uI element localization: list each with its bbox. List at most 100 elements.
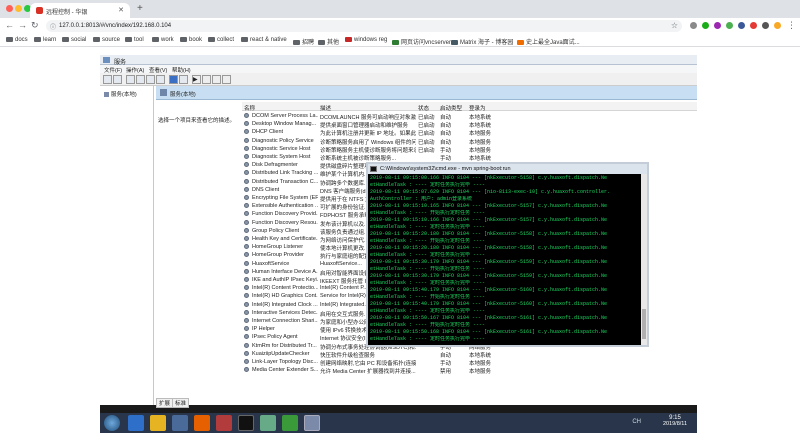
table-row[interactable]: Diagnostic System Host 诊断系统主机被诊断策略服务... 手动…: [242, 153, 697, 162]
service-gear-icon: [244, 129, 249, 135]
bookmark-other[interactable]: 其他: [318, 37, 339, 46]
console-tree-icon[interactable]: [126, 75, 135, 84]
table-row[interactable]: Diagnostic Policy Service 诊断策略服务启用了 Windo…: [242, 137, 697, 146]
cmd-scrollbar[interactable]: [641, 174, 647, 345]
tab-standard[interactable]: 标准: [172, 398, 190, 408]
table-row[interactable]: Link-Layer Topology Disc... 创建网络映射,它由 PC …: [242, 358, 697, 367]
extension-wechat-icon[interactable]: [702, 22, 709, 29]
play-icon[interactable]: ▶: [192, 75, 201, 84]
terminal-taskbar-icon[interactable]: [172, 415, 188, 431]
scrollbar-thumb[interactable]: [642, 309, 646, 339]
bookmark-matrix-blog[interactable]: Matrix 海子 - 博客园: [451, 37, 513, 46]
extension-translate-icon[interactable]: [690, 22, 697, 29]
table-row[interactable]: Diagnostic Service Host 诊断策略服务主机使诊断服务将问题来…: [242, 145, 697, 154]
table-row[interactable]: DCOM Server Process La... DCOMLAUNCH 服务可启…: [242, 112, 697, 121]
bookmark-learn[interactable]: learn: [34, 37, 56, 43]
column-header-name[interactable]: 名称: [244, 104, 255, 112]
remote-desktop-canvas[interactable]: 服务 文件(F) 操作(A) 查看(V) 帮助(H) ▶ 服务(本地) 服务(本…: [100, 55, 697, 433]
profile-avatar-icon[interactable]: [774, 22, 781, 29]
taskbar-clock[interactable]: 9:15 2019/8/11: [663, 415, 687, 427]
cmd-line: 2019-08-11 09:15:40.179 INFO 8104 --- [n…: [370, 301, 608, 307]
table-row[interactable]: Media Center Extender S... 允许 Media Cente…: [242, 366, 697, 376]
table-cell: Health Key and Certificate...: [252, 236, 318, 242]
services-taskbar-icon[interactable]: [304, 415, 320, 431]
bookmark-windows-reg[interactable]: windows reg: [345, 37, 387, 43]
firefox-taskbar-icon[interactable]: [194, 415, 210, 431]
site-info-icon[interactable]: ⓘ: [50, 22, 56, 31]
language-indicator[interactable]: CH: [632, 419, 641, 425]
restart-icon[interactable]: [222, 75, 231, 84]
extension-red-icon[interactable]: [750, 22, 757, 29]
bookmark-star-icon[interactable]: ☆: [671, 21, 678, 30]
back-arrow-icon[interactable]: [103, 75, 112, 84]
table-cell: KtmRm for Distributed Tr...: [252, 342, 317, 349]
explorer-taskbar-icon[interactable]: [150, 415, 166, 431]
service-gear-icon: [244, 113, 249, 118]
service-gear-icon: [244, 293, 249, 299]
bookmark-tool[interactable]: tool: [125, 37, 144, 43]
browser-tab[interactable]: 远程控制 - 华银 ✕: [30, 3, 130, 18]
forward-arrow-icon[interactable]: [113, 75, 122, 84]
properties-sheet-icon[interactable]: [179, 75, 188, 84]
table-cell: DCOM Server Process La...: [252, 113, 318, 119]
bookmark-collect[interactable]: collect: [208, 37, 234, 43]
extension-blue-icon[interactable]: [738, 22, 745, 29]
refresh-icon[interactable]: [146, 75, 155, 84]
start-button-icon[interactable]: [104, 415, 120, 431]
bookmark-book[interactable]: book: [180, 37, 202, 43]
app-taskbar-icon[interactable]: [216, 415, 232, 431]
column-header-status[interactable]: 状态: [418, 104, 429, 112]
bookmark-java-interview[interactable]: 史上最全Java面试...: [517, 37, 580, 46]
windows-taskbar: CH 9:15 2019/8/11: [100, 413, 697, 433]
bookmark-label: source: [102, 37, 121, 43]
extension-green-icon[interactable]: [726, 22, 733, 29]
bookmark-social[interactable]: social: [62, 37, 86, 43]
export-icon[interactable]: [156, 75, 165, 84]
table-row[interactable]: KuaiziipUpdateChecker 快压软件升级检查服务 自动 本地系统: [242, 350, 697, 359]
bookmark-source[interactable]: source: [93, 37, 120, 43]
bookmark-label: work: [161, 37, 174, 43]
properties-icon[interactable]: [136, 75, 145, 84]
bookmark-work[interactable]: work: [152, 37, 174, 43]
service-gear-icon: [244, 203, 249, 209]
browser-menu-icon[interactable]: ⋮: [787, 20, 796, 31]
extension-purple-icon[interactable]: [714, 22, 721, 29]
table-row[interactable]: DHCP Client 为此计算机注册并更新 IP 地址。如果此... 已启动 自动本…: [242, 128, 697, 137]
cmd-taskbar-icon[interactable]: [238, 415, 254, 431]
pause-icon[interactable]: [212, 75, 221, 84]
bookmark-react-native[interactable]: react & native: [241, 37, 287, 43]
minimize-window-icon[interactable]: [15, 5, 22, 12]
table-header: 名称 描述 状态 启动类型 登录为: [242, 102, 697, 112]
forward-icon[interactable]: →: [18, 20, 27, 30]
services-titlebar[interactable]: 服务: [100, 55, 697, 66]
column-header-logon-as[interactable]: 登录为: [469, 104, 486, 112]
stop-icon[interactable]: [202, 75, 211, 84]
help-icon[interactable]: [169, 75, 178, 84]
services-menubar: 文件(F) 操作(A) 查看(V) 帮助(H): [100, 65, 697, 74]
bookmark-label: react & native: [250, 37, 287, 43]
bookmark-docs[interactable]: docs: [6, 37, 28, 43]
new-tab-icon[interactable]: +: [137, 3, 143, 14]
address-bar[interactable]: ⓘ 127.0.0.1:8013/#/vnc/index/192.168.0.1…: [46, 20, 682, 32]
table-row[interactable]: Desktop Window Manag... 提供桌面窗口管理器启动和维护服务已…: [242, 120, 697, 129]
ie-taskbar-icon[interactable]: [128, 415, 144, 431]
cmd-line: 2019-08-11 09:15:50.167 INFO 8104 --- [n…: [370, 315, 608, 321]
notepad-taskbar-icon[interactable]: [282, 415, 298, 431]
service-gear-icon: [244, 186, 249, 192]
back-icon[interactable]: ←: [5, 20, 14, 30]
bookmark-zhaopin[interactable]: 招聘: [293, 37, 314, 46]
tab-extended[interactable]: 扩展: [156, 398, 174, 408]
reload-icon[interactable]: ↻: [31, 20, 39, 31]
tree-node-services-local[interactable]: 服务(本地): [104, 90, 137, 98]
table-cell: Intel(R) HD Graphics Cont...: [252, 293, 318, 300]
column-header-startup-type[interactable]: 启动类型: [440, 104, 462, 112]
browser-toolbar: ← → ↻ ⓘ 127.0.0.1:8013/#/vnc/index/192.1…: [0, 18, 800, 34]
extension-grey-icon[interactable]: [762, 22, 769, 29]
close-window-icon[interactable]: [6, 5, 13, 12]
cmd-titlebar[interactable]: C:\Windows\system32\cmd.exe - mvn spring…: [368, 164, 647, 174]
table-cell: 允许 Media Center 扩展器找到并连接...: [320, 369, 416, 376]
column-header-description[interactable]: 描述: [320, 104, 331, 112]
editor-taskbar-icon[interactable]: [260, 415, 276, 431]
tab-close-icon[interactable]: ✕: [118, 6, 124, 14]
bookmark-vncserver[interactable]: 网页访问vncserver: [392, 37, 451, 46]
